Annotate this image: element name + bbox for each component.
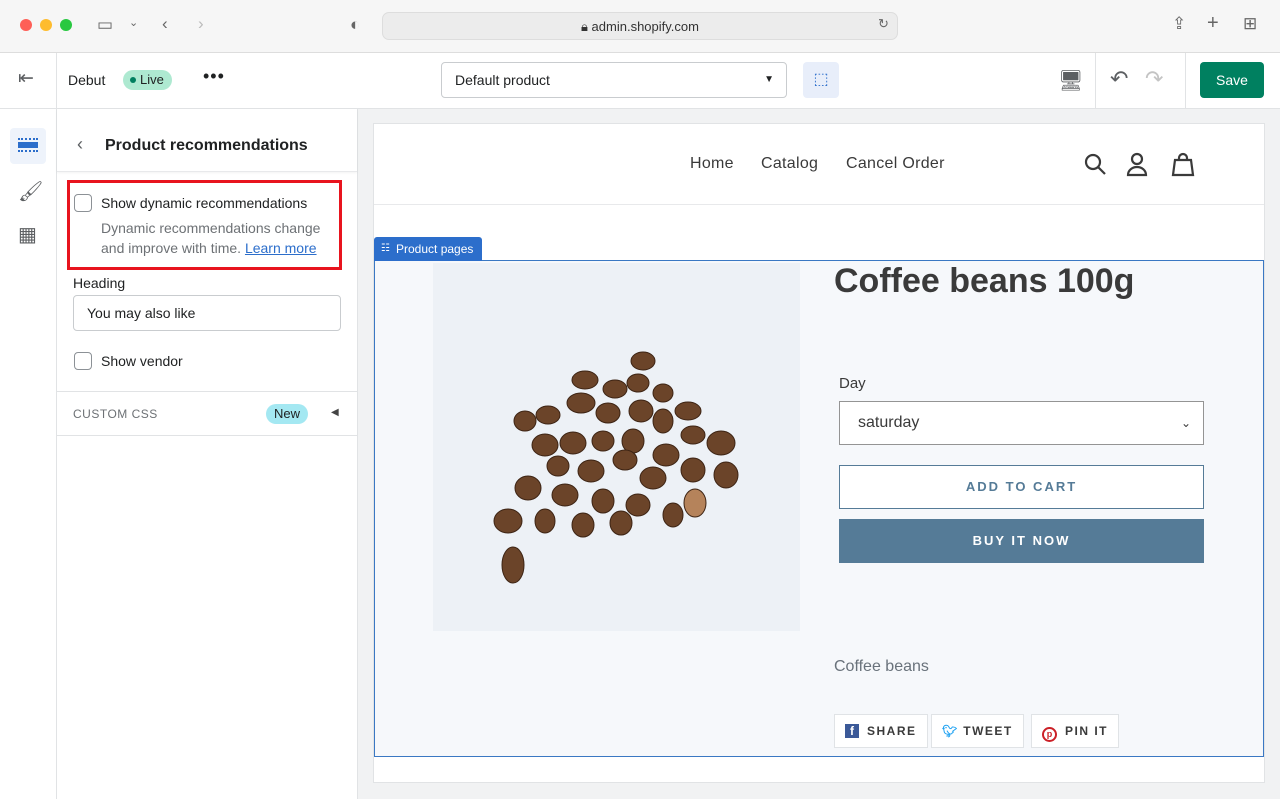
desktop-view-icon[interactable]: 🖥︎ <box>1058 68 1083 93</box>
new-badge: New <box>266 404 309 424</box>
product-description: Coffee beans <box>834 658 929 675</box>
theme-name: Debut <box>68 72 106 88</box>
sidebar-rail: 🖌︎ ▦ <box>0 109 57 799</box>
address-bar[interactable]: 🔒︎ admin.shopify.com <box>382 12 898 40</box>
nav-catalog[interactable]: Catalog <box>761 155 818 173</box>
share-pinterest-button[interactable]: p PIN IT <box>1031 714 1120 748</box>
search-icon[interactable] <box>1084 153 1106 175</box>
pinterest-icon: p <box>1042 727 1057 742</box>
heading-label: Heading <box>73 275 126 291</box>
browser-toolbar: ▭ ⌄ ‹ › ◐ 🔒︎ admin.shopify.com ↻ ⇪ + ⊞ <box>0 0 1280 53</box>
share-icon[interactable]: ⇪ <box>1172 14 1186 34</box>
maximize-window-button[interactable] <box>60 19 72 31</box>
redo-icon[interactable]: ↷ <box>1145 66 1163 92</box>
caret-down-icon: ▼ <box>764 74 774 85</box>
custom-css-section[interactable]: CUSTOM CSS New ◀ <box>57 391 357 436</box>
caret-left-icon: ◀ <box>331 407 339 418</box>
url-text: admin.shopify.com <box>591 19 699 34</box>
section-icon: ☷ <box>381 243 390 254</box>
forward-icon[interactable]: › <box>198 14 204 34</box>
facebook-icon: f <box>845 724 859 738</box>
day-select[interactable]: saturday ⌄ <box>839 401 1204 445</box>
share-twitter-button[interactable]: 🐦︎ TWEET <box>931 714 1024 748</box>
share-facebook-button[interactable]: f SHARE <box>834 714 928 748</box>
save-button[interactable]: Save <box>1200 62 1264 98</box>
cart-icon[interactable] <box>1171 152 1195 177</box>
close-window-button[interactable] <box>20 19 32 31</box>
product-image <box>433 263 800 631</box>
add-to-cart-button[interactable]: ADD TO CART <box>839 465 1204 509</box>
tab-overview-icon[interactable]: ⊞ <box>1243 14 1257 34</box>
chevron-down-icon[interactable]: ⌄ <box>129 16 138 29</box>
undo-icon[interactable]: ↶ <box>1110 66 1128 92</box>
section-tag[interactable]: ☷ Product pages <box>374 237 483 261</box>
product-title: Coffee beans 100g <box>834 262 1135 300</box>
chevron-down-icon: ⌄ <box>1180 416 1191 430</box>
dynamic-recommendations-label: Show dynamic recommendations <box>101 195 308 211</box>
apps-add-icon[interactable]: ▦ <box>18 222 37 247</box>
sections-icon[interactable] <box>10 128 46 164</box>
status-badge: Live <box>123 70 172 90</box>
more-actions-icon[interactable]: ••• <box>203 66 225 87</box>
theme-settings-brush-icon[interactable]: 🖌︎ <box>18 179 43 204</box>
back-icon[interactable]: ‹ <box>162 14 168 34</box>
inspector-icon[interactable]: ⬚ <box>803 62 839 98</box>
nav-home[interactable]: Home <box>690 155 734 173</box>
help-text: Dynamic recommendations change and impro… <box>101 220 321 256</box>
reload-icon[interactable]: ↻ <box>878 16 889 32</box>
show-vendor-label: Show vendor <box>101 353 183 369</box>
twitter-icon: 🐦︎ <box>942 724 958 738</box>
nav-cancel-order[interactable]: Cancel Order <box>846 155 945 173</box>
option-label: Day <box>839 375 866 392</box>
lock-icon: 🔒︎ <box>581 19 592 34</box>
dynamic-recommendations-checkbox[interactable] <box>74 194 92 212</box>
show-vendor-checkbox[interactable] <box>74 352 92 370</box>
shield-icon[interactable]: ◐ <box>350 15 360 35</box>
back-button[interactable]: ‹ <box>77 134 83 155</box>
account-icon[interactable] <box>1126 152 1148 177</box>
custom-css-label: CUSTOM CSS <box>73 407 158 421</box>
settings-panel: ‹ Product recommendations Show dynamic r… <box>57 109 358 799</box>
heading-input[interactable]: You may also like <box>73 295 341 331</box>
sidebar-toggle-icon[interactable]: ▭ <box>97 15 113 35</box>
new-tab-icon[interactable]: + <box>1207 12 1219 35</box>
exit-icon[interactable]: ⇤ <box>18 67 34 90</box>
panel-title: Product recommendations <box>105 137 308 154</box>
header-icons <box>1084 152 1195 177</box>
template-select[interactable]: Default product ▼ <box>441 62 787 98</box>
learn-more-link[interactable]: Learn more <box>245 240 317 256</box>
buy-it-now-button[interactable]: BUY IT NOW <box>839 519 1204 563</box>
minimize-window-button[interactable] <box>40 19 52 31</box>
